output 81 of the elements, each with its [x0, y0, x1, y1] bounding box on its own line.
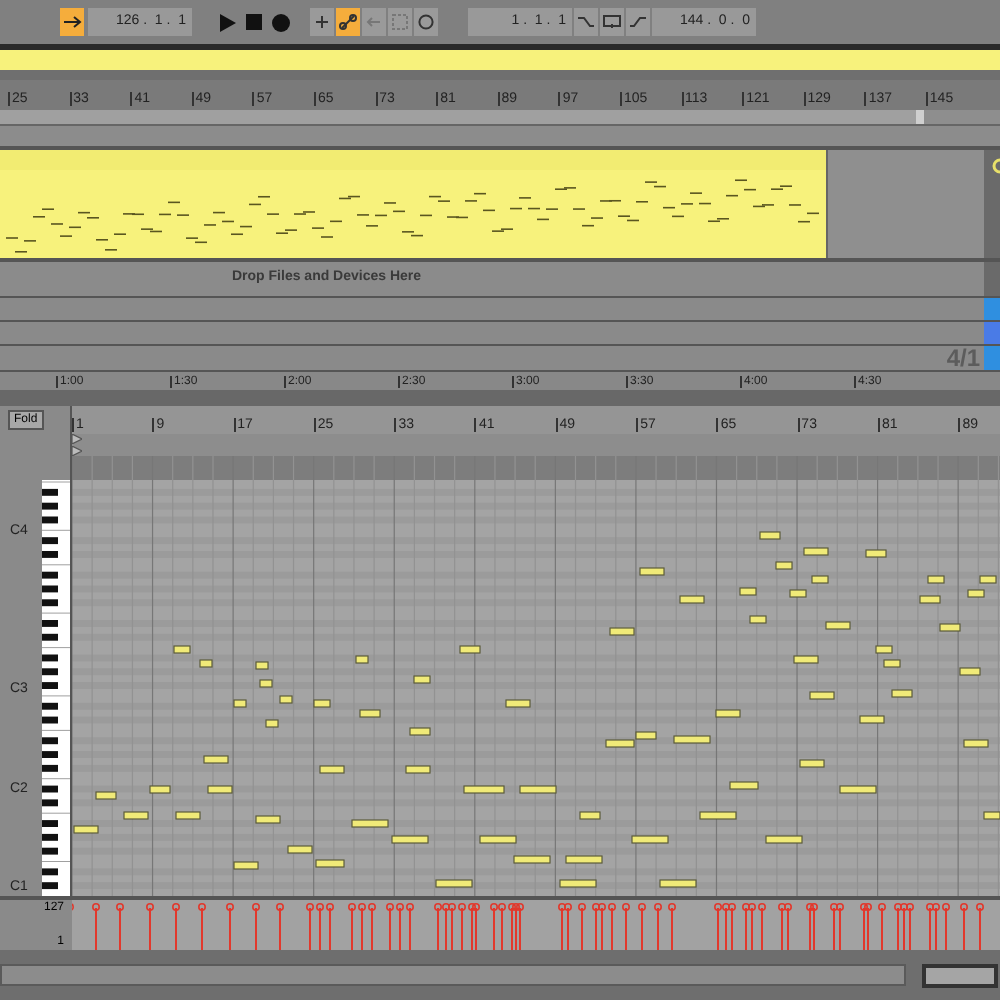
midi-note[interactable]	[319, 765, 345, 774]
punch-out-button[interactable]	[626, 8, 650, 36]
midi-note[interactable]	[513, 855, 551, 864]
midi-note[interactable]	[203, 755, 229, 764]
midi-note[interactable]	[565, 855, 603, 864]
midi-note[interactable]	[505, 699, 531, 708]
curve-icon	[576, 14, 596, 30]
midi-note[interactable]	[459, 645, 481, 654]
record-button[interactable]	[414, 8, 438, 36]
link-icon	[338, 14, 358, 30]
midi-note[interactable]	[939, 623, 961, 632]
midi-note[interactable]	[639, 567, 665, 576]
dashed-square-icon	[390, 14, 410, 30]
midi-note[interactable]	[959, 667, 981, 676]
midi-note[interactable]	[315, 859, 345, 868]
midi-note[interactable]	[479, 835, 517, 844]
midi-note[interactable]	[265, 719, 279, 728]
midi-note[interactable]	[679, 595, 705, 604]
midi-note[interactable]	[255, 815, 281, 824]
midi-note[interactable]	[405, 765, 431, 774]
midi-note[interactable]	[631, 835, 669, 844]
midi-note[interactable]	[287, 845, 313, 854]
midi-note[interactable]	[233, 861, 259, 870]
midi-note[interactable]	[803, 547, 829, 556]
midi-note[interactable]	[765, 835, 803, 844]
midi-note[interactable]	[793, 655, 819, 664]
midi-note[interactable]	[839, 785, 877, 794]
midi-note[interactable]	[559, 879, 597, 888]
midi-note[interactable]	[825, 621, 851, 630]
midi-note[interactable]	[463, 785, 505, 794]
arrow-icon	[364, 14, 384, 30]
midi-note[interactable]	[891, 689, 913, 698]
midi-note[interactable]	[609, 627, 635, 636]
midi-note[interactable]	[865, 549, 887, 558]
midi-note[interactable]	[351, 819, 389, 828]
midi-note[interactable]	[635, 731, 657, 740]
plus-icon	[312, 14, 332, 30]
midi-note[interactable]	[799, 759, 825, 768]
midi-note[interactable]	[859, 715, 885, 724]
midi-note[interactable]	[659, 879, 697, 888]
midi-note[interactable]	[207, 785, 233, 794]
midi-note[interactable]	[699, 811, 737, 820]
punch-in-button[interactable]	[574, 8, 598, 36]
follow-button[interactable]	[60, 8, 84, 36]
midi-note[interactable]	[519, 785, 557, 794]
record-icon[interactable]	[272, 13, 290, 31]
loop-button[interactable]	[600, 8, 624, 36]
midi-note[interactable]	[729, 781, 759, 790]
midi-note[interactable]	[919, 595, 941, 604]
midi-note[interactable]	[605, 739, 635, 748]
midi-note[interactable]	[673, 735, 711, 744]
midi-note[interactable]	[391, 835, 429, 844]
midi-note[interactable]	[715, 709, 741, 718]
midi-note[interactable]	[963, 739, 989, 748]
loop-icon	[602, 14, 622, 30]
midi-note[interactable]	[435, 879, 473, 888]
midi-note[interactable]	[123, 811, 149, 820]
add-button[interactable]	[310, 8, 334, 36]
piano-keyboard[interactable]	[42, 480, 70, 896]
midi-note[interactable]	[749, 615, 767, 624]
midi-note[interactable]	[95, 791, 117, 800]
midi-note[interactable]	[579, 811, 601, 820]
midi-note[interactable]	[355, 655, 369, 664]
scroll-bar[interactable]	[0, 964, 906, 986]
play-icon[interactable]	[218, 13, 236, 31]
midi-note[interactable]	[313, 699, 331, 708]
midi-note[interactable]	[73, 825, 99, 834]
ramp-icon	[628, 14, 648, 30]
midi-note[interactable]	[175, 811, 201, 820]
midi-note[interactable]	[927, 575, 945, 584]
clip-overview[interactable]	[922, 963, 998, 987]
midi-note[interactable]	[149, 785, 171, 794]
midi-clip[interactable]	[0, 150, 826, 258]
circle-icon	[416, 14, 436, 30]
midi-note[interactable]	[409, 727, 431, 736]
automation-button[interactable]	[336, 8, 360, 36]
midi-note[interactable]	[759, 531, 781, 540]
midi-note[interactable]	[809, 691, 835, 700]
midi-note[interactable]	[359, 709, 381, 718]
follow-icon	[62, 14, 82, 30]
midi-note[interactable]	[413, 675, 431, 684]
